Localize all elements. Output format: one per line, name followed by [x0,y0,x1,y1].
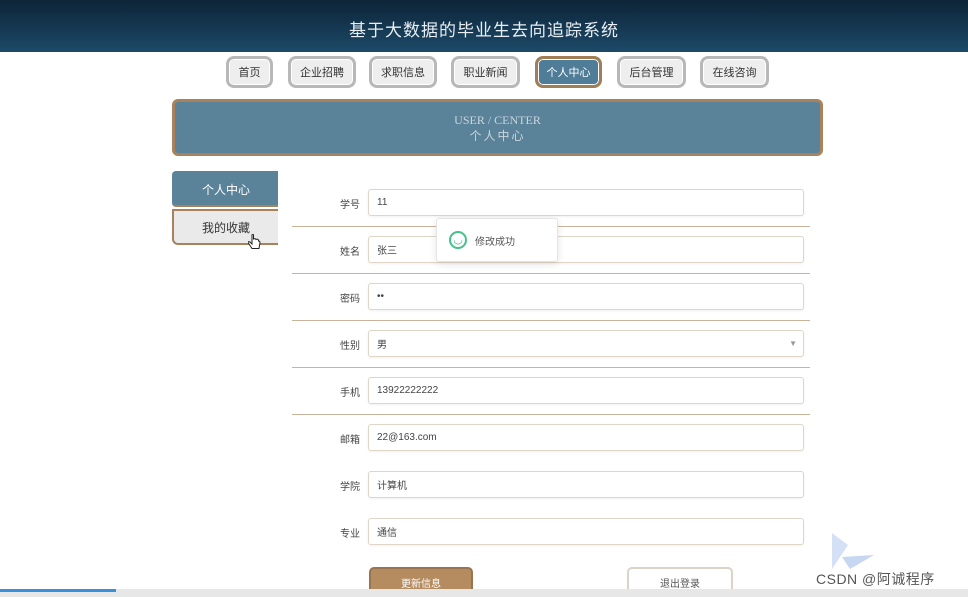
major-input[interactable]: 通信 [368,518,804,545]
field-label: 密码 [340,294,360,305]
email-input[interactable]: 22@163.com [368,424,804,451]
smile-icon: ◡ [449,231,467,249]
field-label: 学号 [340,200,360,211]
banner-title-cn: 个人中心 [469,128,526,143]
field-label: 姓名 [340,247,360,258]
nav-item-admin[interactable]: 后台管理 [617,56,686,88]
form-row-phone: 手机 13922222222 [292,368,810,415]
nav-item-consult[interactable]: 在线咨询 [700,56,769,88]
toast-message: 修改成功 [475,236,515,248]
password-input[interactable]: •• [368,283,804,310]
site-title: 基于大数据的毕业生去向追踪系统 [349,20,619,40]
field-label: 专业 [340,529,360,540]
success-toast: ◡ 修改成功 [436,218,558,262]
gender-select[interactable]: 男 ▼ [368,330,804,357]
college-input[interactable]: 计算机 [368,471,804,498]
logo-mark-icon [832,533,874,569]
field-label: 学院 [340,482,360,493]
field-label: 手机 [340,388,360,399]
chevron-down-icon: ▼ [789,339,797,348]
form-row-major: 专业 通信 [292,509,810,556]
sidebar-item-favorites[interactable]: 我的收藏 [172,209,278,245]
nav-item-jobs[interactable]: 企业招聘 [288,56,356,88]
form-row-gender: 性别 男 ▼ [292,321,810,368]
nav-item-job-seeking[interactable]: 求职信息 [369,56,437,88]
nav-item-home[interactable]: 首页 [226,56,273,88]
banner-title-en: USER / CENTER [454,112,541,127]
nav-item-user-center[interactable]: 个人中心 [535,56,602,88]
top-header: 基于大数据的毕业生去向追踪系统 [0,0,968,52]
page-banner: USER / CENTER 个人中心 [172,99,823,156]
nav-item-news[interactable]: 职业新闻 [451,56,520,88]
sidebar-item-user-center[interactable]: 个人中心 [172,171,278,207]
student-id-input[interactable]: 11 [368,189,804,216]
phone-input[interactable]: 13922222222 [368,377,804,404]
form-row-college: 学院 计算机 [292,462,810,509]
watermark: CSDN @阿诚程序 [816,571,935,587]
hand-cursor-icon [248,234,261,249]
field-label: 性别 [340,341,360,352]
form-row-password: 密码 •• [292,274,810,321]
field-label: 邮箱 [340,435,360,446]
gender-select-value: 男 [377,340,387,351]
bottom-scrollbar[interactable] [0,589,968,597]
scroll-progress [0,589,116,592]
main-nav: 首页 企业招聘 求职信息 职业新闻 个人中心 后台管理 在线咨询 [0,56,968,90]
name-input[interactable]: 张三 [368,236,804,263]
form-row-email: 邮箱 22@163.com [292,415,810,462]
